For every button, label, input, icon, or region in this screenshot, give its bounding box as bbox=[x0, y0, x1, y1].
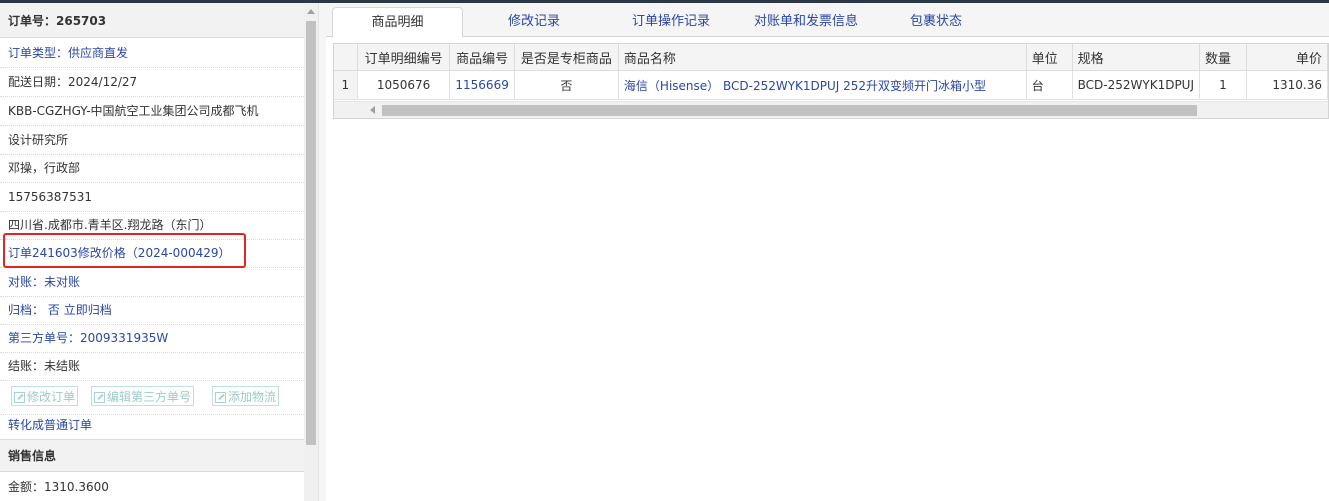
price-change-link[interactable]: 订单241603修改价格（2024-000429） bbox=[0, 240, 304, 268]
address: 四川省.成都市.青羊区.翔龙路（东门） bbox=[0, 211, 304, 240]
cell-detail-no: 1050676 bbox=[357, 70, 451, 100]
table-header-row: 订单明细编号 商品编号 是否是专柜商品 商品名称 单位 规格 数量 单价 bbox=[334, 44, 1328, 71]
archive-status: 归档： 否 立即归档 bbox=[0, 296, 304, 325]
edit-third-party-label: 编辑第三方单号 bbox=[107, 390, 192, 404]
scroll-up-icon[interactable] bbox=[307, 9, 315, 14]
phone-number: 15756387531 bbox=[0, 183, 304, 212]
tab-package-status[interactable]: 包裹状态 bbox=[886, 7, 986, 37]
archive-now-link[interactable]: 立即归档 bbox=[64, 303, 112, 317]
tab-modification-log[interactable]: 修改记录 bbox=[474, 7, 594, 37]
col-header-spec[interactable]: 规格 bbox=[1072, 44, 1201, 71]
tab-product-details[interactable]: 商品明细 bbox=[332, 7, 463, 38]
cell-quantity: 1 bbox=[1199, 70, 1247, 100]
table-row[interactable]: 1 1050676 1156669 否 海信（Hisense） BCD-252W… bbox=[334, 70, 1328, 100]
order-type-value: 供应商直发 bbox=[68, 46, 129, 60]
add-logistics-button[interactable]: 添加物流 bbox=[212, 386, 280, 406]
left-panel-scrollbar[interactable] bbox=[304, 3, 318, 501]
col-header-product-no[interactable]: 商品编号 bbox=[449, 44, 515, 71]
amount: 金额：1310.3600 bbox=[8, 480, 109, 494]
settlement-status: 结账：未结账 bbox=[0, 352, 304, 381]
reconcile-status: 对账：未对账 bbox=[0, 268, 304, 297]
edit-order-button[interactable]: 修改订单 bbox=[11, 386, 79, 406]
product-table: 订单明细编号 商品编号 是否是专柜商品 商品名称 单位 规格 数量 单价 1 1… bbox=[333, 43, 1329, 119]
tab-operation-log[interactable]: 订单操作记录 bbox=[606, 7, 736, 37]
cell-unit-price: 1310.36 bbox=[1246, 70, 1328, 100]
order-type-label: 订单类型： bbox=[8, 46, 69, 60]
convert-to-normal-order-link[interactable]: 转化成普通订单 bbox=[0, 410, 304, 440]
cell-product-name[interactable]: 海信（Hisense） BCD-252WYK1DPUJ 252升双变频开门冰箱小… bbox=[618, 70, 1027, 100]
order-type: 订单类型：供应商直发 bbox=[0, 38, 304, 68]
cell-product-no[interactable]: 1156669 bbox=[449, 70, 515, 100]
scrollbar-thumb[interactable] bbox=[306, 21, 316, 445]
sales-info-title: 销售信息 bbox=[0, 440, 304, 472]
archive-label: 归档： bbox=[8, 303, 45, 317]
delivery-date: 配送日期：2024/12/27 bbox=[0, 68, 304, 97]
col-header-index bbox=[334, 44, 358, 71]
order-detail-panel: 商品明细 修改记录 订单操作记录 对账单和发票信息 包裹状态 订单明细编号 商品… bbox=[326, 3, 1329, 501]
contact-info: 邓操，行政部 bbox=[0, 154, 304, 183]
scrollbar-thumb[interactable] bbox=[382, 105, 1197, 116]
third-party-number: 第三方单号：2009331935W bbox=[0, 324, 304, 353]
panel-splitter[interactable] bbox=[318, 3, 326, 501]
edit-icon bbox=[94, 392, 105, 403]
archive-value: 否 bbox=[47, 303, 60, 317]
edit-third-party-button[interactable]: 编辑第三方单号 bbox=[91, 386, 195, 406]
cell-spec: BCD-252WYK1DPUJ bbox=[1072, 70, 1201, 100]
col-header-counter[interactable]: 是否是专柜商品 bbox=[514, 44, 619, 71]
col-header-product-name[interactable]: 商品名称 bbox=[618, 44, 1027, 71]
cell-unit: 台 bbox=[1026, 70, 1073, 100]
scroll-left-icon[interactable] bbox=[370, 106, 375, 114]
add-logistics-label: 添加物流 bbox=[228, 390, 277, 404]
edit-icon bbox=[215, 392, 226, 403]
edit-order-label: 修改订单 bbox=[27, 390, 76, 404]
edit-icon bbox=[14, 392, 25, 403]
customer-name-line2: 设计研究所 bbox=[0, 126, 304, 155]
customer-name-line1: KBB-CGZHGY-中国航空工业集团公司成都飞机 bbox=[0, 97, 304, 126]
col-header-detail-no[interactable]: 订单明细编号 bbox=[357, 44, 451, 71]
col-header-unit[interactable]: 单位 bbox=[1026, 44, 1073, 71]
order-info-panel: 订单号：265703 订单类型：供应商直发 配送日期：2024/12/27 KB… bbox=[0, 3, 304, 501]
col-header-unit-price[interactable]: 单价 bbox=[1246, 44, 1328, 71]
cell-index: 1 bbox=[334, 70, 358, 100]
tab-bar: 商品明细 修改记录 订单操作记录 对账单和发票信息 包裹状态 bbox=[326, 3, 1329, 38]
order-number: 订单号：265703 bbox=[0, 3, 304, 38]
tab-statement-invoice[interactable]: 对账单和发票信息 bbox=[740, 7, 872, 37]
col-header-quantity[interactable]: 数量 bbox=[1199, 44, 1247, 71]
cell-counter: 否 bbox=[514, 70, 619, 100]
table-horizontal-scrollbar[interactable] bbox=[334, 101, 1328, 118]
